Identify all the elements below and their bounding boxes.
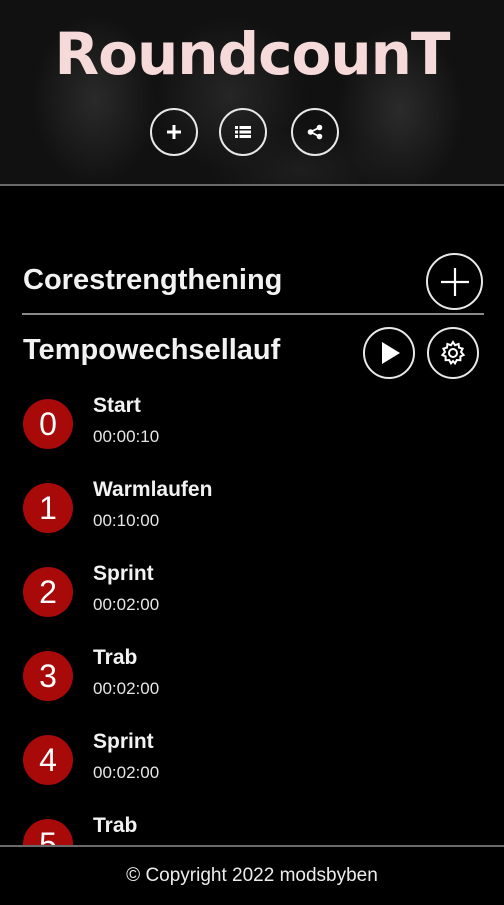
workout-divider bbox=[22, 313, 484, 315]
round-duration: 00:10:00 bbox=[93, 511, 160, 530]
plus-icon bbox=[440, 267, 469, 296]
round-item[interactable]: 2 Sprint 00:02:00 bbox=[0, 552, 504, 636]
app-logo: RoundcounT bbox=[54, 20, 451, 88]
share-icon bbox=[307, 124, 323, 140]
workout-title-tempowechsellauf[interactable]: Tempowechsellauf bbox=[23, 332, 280, 368]
round-list[interactable]: 0 Start 00:00:10 1 Warmlaufen 00:10:00 2… bbox=[0, 384, 504, 845]
round-number-badge: 2 bbox=[23, 567, 73, 617]
list-icon bbox=[235, 126, 251, 138]
round-duration: 00:00:10 bbox=[93, 427, 160, 446]
workout-title-corestrengthening[interactable]: Corestrengthening bbox=[23, 262, 282, 298]
add-workout-button[interactable] bbox=[150, 108, 198, 156]
round-name: Sprint bbox=[93, 562, 154, 585]
round-item[interactable]: 3 Trab 00:02:00 bbox=[0, 636, 504, 720]
round-number-badge: 0 bbox=[23, 399, 73, 449]
play-icon bbox=[382, 342, 400, 364]
share-button[interactable] bbox=[291, 108, 339, 156]
add-workout-round-button[interactable] bbox=[426, 253, 483, 310]
workout-settings-button[interactable] bbox=[427, 327, 479, 379]
round-number-badge: 3 bbox=[23, 651, 73, 701]
round-item[interactable]: 5 Trab bbox=[0, 804, 504, 845]
app-header: RoundcounT bbox=[0, 0, 504, 186]
workout-list-button[interactable] bbox=[219, 108, 267, 156]
round-name: Warmlaufen bbox=[93, 478, 213, 501]
gear-icon bbox=[440, 340, 466, 366]
round-item[interactable]: 1 Warmlaufen 00:10:00 bbox=[0, 468, 504, 552]
plus-icon bbox=[167, 125, 181, 139]
round-item[interactable]: 4 Sprint 00:02:00 bbox=[0, 720, 504, 804]
round-duration: 00:02:00 bbox=[93, 595, 160, 614]
round-duration: 00:02:00 bbox=[93, 679, 160, 698]
footer-copyright: © Copyright 2022 modsbyben bbox=[0, 845, 504, 900]
round-number-badge: 1 bbox=[23, 483, 73, 533]
start-workout-button[interactable] bbox=[363, 327, 415, 379]
round-duration: 00:02:00 bbox=[93, 763, 160, 782]
header-toolbar bbox=[0, 108, 504, 160]
round-number-badge: 4 bbox=[23, 735, 73, 785]
round-name: Start bbox=[93, 394, 141, 417]
round-name: Sprint bbox=[93, 730, 154, 753]
round-item[interactable]: 0 Start 00:00:10 bbox=[0, 384, 504, 468]
round-number-badge: 5 bbox=[23, 819, 73, 845]
round-name: Trab bbox=[93, 646, 138, 669]
round-name: Trab bbox=[93, 814, 138, 837]
